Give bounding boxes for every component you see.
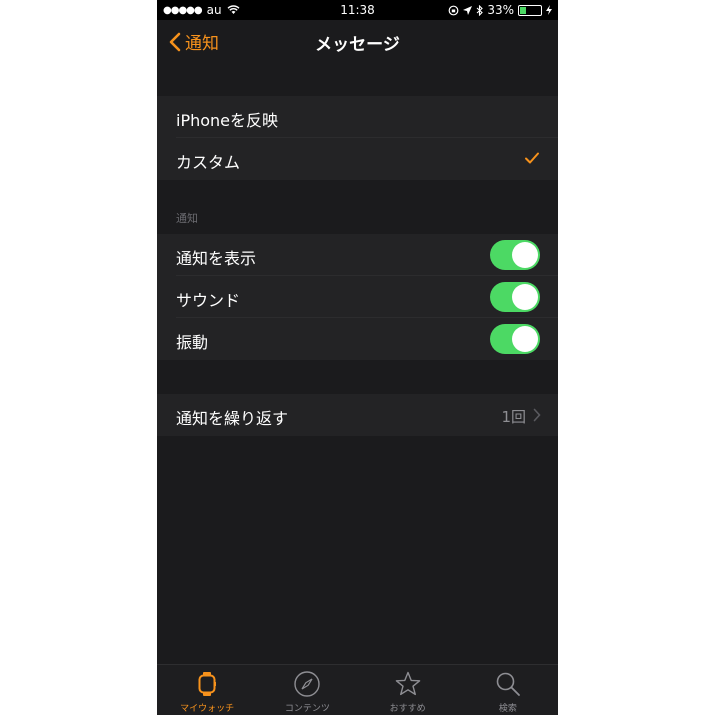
tab-content[interactable]: コンテンツ [257,665,357,715]
tab-featured[interactable]: おすすめ [358,665,458,715]
sound-toggle[interactable] [490,282,540,312]
location-icon [463,5,473,15]
battery-percent: 33% [487,3,514,17]
page-title: メッセージ [315,35,400,55]
sound-row: サウンド [157,276,558,318]
search-icon [496,672,520,696]
setting-label: 通知を表示 [176,249,257,268]
repeat-value: 1回 [501,408,526,426]
vibration-toggle[interactable] [490,324,540,354]
show-notifications-toggle[interactable] [490,240,540,270]
section-header: 通知 [157,180,558,234]
notification-settings-group: 通知を表示 サウンド 振動 [157,234,558,360]
setting-label: 振動 [176,333,209,352]
charging-icon [546,5,552,15]
bluetooth-icon [476,4,484,16]
option-label: カスタム [176,153,241,172]
navigation-bar: 通知 メッセージ [157,20,558,62]
mode-group: iPhoneを反映 カスタム [157,96,558,180]
setting-label: サウンド [176,291,241,310]
option-label: iPhoneを反映 [176,111,279,130]
show-notifications-row: 通知を表示 [157,234,558,276]
tab-label: マイウォッチ [180,704,235,714]
option-custom[interactable]: カスタム [157,138,558,180]
checkmark-icon [525,152,539,164]
star-icon [395,671,420,696]
status-bar: ●●●●● au 11:38 33% [157,0,558,20]
rotation-lock-icon [448,5,459,15]
battery-icon [518,4,542,16]
chevron-right-icon [533,408,541,422]
setting-label: 通知を繰り返す [176,409,289,428]
tab-label: コンテンツ [284,704,330,714]
tab-label: 検索 [498,704,517,714]
section-header-label: 通知 [176,212,198,225]
tab-bar: マイウォッチ コンテンツ おすすめ 検索 [157,664,558,715]
tab-search[interactable]: 検索 [458,665,558,715]
tab-my-watch[interactable]: マイウォッチ [157,665,257,715]
phone-screen: ●●●●● au 11:38 33% 通知 メッセージ iPhoneを反映 カス… [157,0,558,715]
repeat-notifications-row[interactable]: 通知を繰り返す 1回 [157,394,558,436]
vibration-row: 振動 [157,318,558,360]
tab-label: おすすめ [389,704,426,714]
repeat-group: 通知を繰り返す 1回 [157,394,558,436]
watch-icon [198,672,217,696]
compass-icon [294,671,321,697]
option-mirror-iphone[interactable]: iPhoneを反映 [157,96,558,138]
